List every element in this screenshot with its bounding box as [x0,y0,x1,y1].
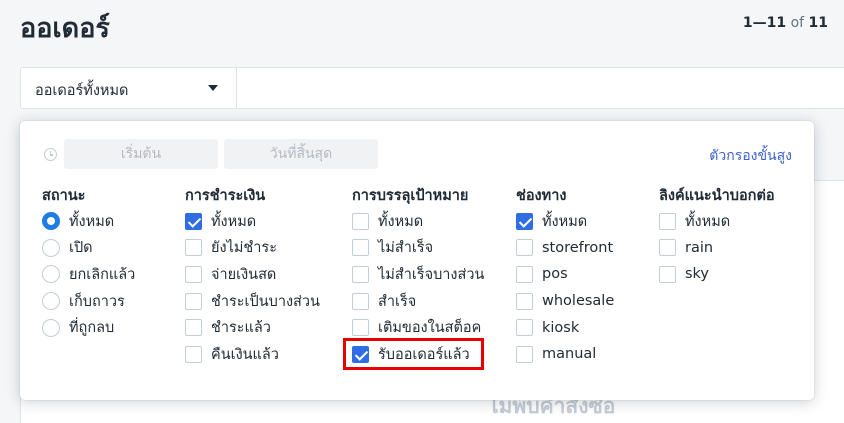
checkbox[interactable] [516,212,533,230]
pagination-info: 1—11 of 11 [743,15,828,31]
radio-button[interactable] [42,265,60,284]
option-label: เก็บถาวร [69,293,125,310]
option-label: ยกเลิกแล้ว [69,266,136,283]
clock-icon [44,148,57,161]
option-label: ทั้งหมด [211,213,257,230]
channel-option[interactable]: pos [516,261,614,288]
payment-option[interactable]: ชำระแล้ว [185,314,320,341]
fulfillment-option[interactable]: ไม่สำเร็จ [352,235,484,262]
option-label: ทั้งหมด [542,213,588,230]
checkbox[interactable] [185,265,202,283]
channel-option[interactable]: wholesale [516,288,614,315]
order-filter-value: ออเดอร์ทั้งหมด [35,83,129,99]
option-label: ทั้งหมด [69,213,115,230]
option-label: เติมของในสต็อค [378,320,482,337]
option-label: สำเร็จ [378,293,417,310]
status-column: สถานะ ทั้งหมด เปิด ยกเลิกแล้ว เก็บถาวร ท… [42,184,135,341]
checkbox[interactable] [352,292,369,310]
checkbox[interactable] [185,292,202,310]
filter-bar: ออเดอร์ทั้งหมด [20,67,844,109]
fulfillment-option[interactable]: สำเร็จ [352,288,484,315]
option-label: ยังไม่ชำระ [211,240,277,257]
page-title: ออเดอร์ [20,13,110,44]
option-label: manual [542,346,597,363]
option-label: เปิด [69,240,93,257]
payment-heading: การชำระเงิน [185,188,266,204]
status-option[interactable]: ยกเลิกแล้ว [42,261,135,288]
radio-button[interactable] [42,212,60,231]
channel-heading: ช่องทาง [516,188,567,204]
payment-option[interactable]: คืนเงินแล้ว [185,341,320,368]
checkbox[interactable] [185,319,202,337]
referrer-option[interactable]: ทั้งหมด [659,208,775,235]
status-option[interactable]: ที่ถูกลบ [42,314,135,341]
advanced-filter-link[interactable]: ตัวกรองขั้นสูง [709,145,792,167]
radio-button[interactable] [42,238,60,257]
payment-option[interactable]: ยังไม่ชำระ [185,235,320,262]
radio-button[interactable] [42,292,60,311]
filter-popover: เริ่มต้น วันที่สิ้นสุด ตัวกรองขั้นสูง สถ… [20,121,814,400]
checkbox[interactable] [659,239,676,257]
checkbox[interactable] [185,345,202,363]
option-label: ไม่สำเร็จบางส่วน [378,266,485,283]
checkbox[interactable] [516,265,533,283]
checkbox[interactable] [516,292,533,310]
start-date-input[interactable]: เริ่มต้น [64,139,218,169]
checkbox[interactable] [185,239,202,257]
payment-option[interactable]: ทั้งหมด [185,208,320,235]
option-label: ทั้งหมด [685,213,731,230]
checkbox[interactable] [185,212,202,230]
payment-option[interactable]: จ่ายเงินสด [185,261,320,288]
checkbox[interactable] [516,319,533,337]
pagination-range: 1—11 [742,15,787,31]
radio-button[interactable] [42,318,60,337]
option-label: ทั้งหมด [378,213,424,230]
checkbox[interactable] [659,265,676,283]
checkbox[interactable] [516,239,533,257]
checkbox[interactable] [352,319,369,337]
order-filter-select[interactable]: ออเดอร์ทั้งหมด [21,68,237,108]
option-label: คืนเงินแล้ว [211,346,279,363]
payment-option[interactable]: ชำระเป็นบางส่วน [185,288,320,315]
option-label: rain [685,239,714,256]
status-option[interactable]: เปิด [42,235,135,262]
option-label: ที่ถูกลบ [69,320,115,337]
channel-column: ช่องทาง ทั้งหมด storefront pos wholesale… [516,184,614,368]
channel-option[interactable]: storefront [516,235,614,262]
checkbox[interactable] [352,212,369,230]
fulfillment-option[interactable]: เติมของในสต็อค [352,314,484,341]
option-label: pos [542,266,568,283]
option-label: sky [685,266,710,283]
referrer-option[interactable]: sky [659,261,775,288]
status-option[interactable]: ทั้งหมด [42,208,135,235]
channel-option[interactable]: ทั้งหมด [516,208,614,235]
referrer-heading: ลิงค์แนะนำบอกต่อ [659,188,775,204]
status-heading: สถานะ [42,188,86,204]
option-label: kiosk [542,319,580,336]
checkbox[interactable] [352,265,369,283]
status-option[interactable]: เก็บถาวร [42,288,135,315]
referrer-option[interactable]: rain [659,235,775,262]
fulfillment-option[interactable]: ทั้งหมด [352,208,484,235]
option-label: ชำระแล้ว [211,320,271,337]
option-label: ไม่สำเร็จ [378,240,434,257]
payment-column: การชำระเงิน ทั้งหมด ยังไม่ชำระ จ่ายเงินส… [185,184,320,368]
pagination-of: of [790,15,805,31]
checkbox[interactable] [516,345,533,363]
fulfillment-option[interactable]: ไม่สำเร็จบางส่วน [352,261,484,288]
option-label: ชำระเป็นบางส่วน [211,293,320,310]
option-label: wholesale [542,293,615,310]
end-date-input[interactable]: วันที่สิ้นสุด [224,139,378,169]
caret-down-icon [208,85,218,91]
option-label: จ่ายเงินสด [211,266,277,283]
pagination-total: 11 [808,15,828,31]
channel-option[interactable]: kiosk [516,314,614,341]
fulfillment-heading: การบรรลุเป้าหมาย [352,188,469,204]
checkbox[interactable] [659,212,676,230]
referrer-column: ลิงค์แนะนำบอกต่อ ทั้งหมด rain sky [659,184,775,288]
highlight-box [343,338,484,370]
checkbox[interactable] [352,239,369,257]
option-label: storefront [542,239,614,256]
channel-option[interactable]: manual [516,341,614,368]
